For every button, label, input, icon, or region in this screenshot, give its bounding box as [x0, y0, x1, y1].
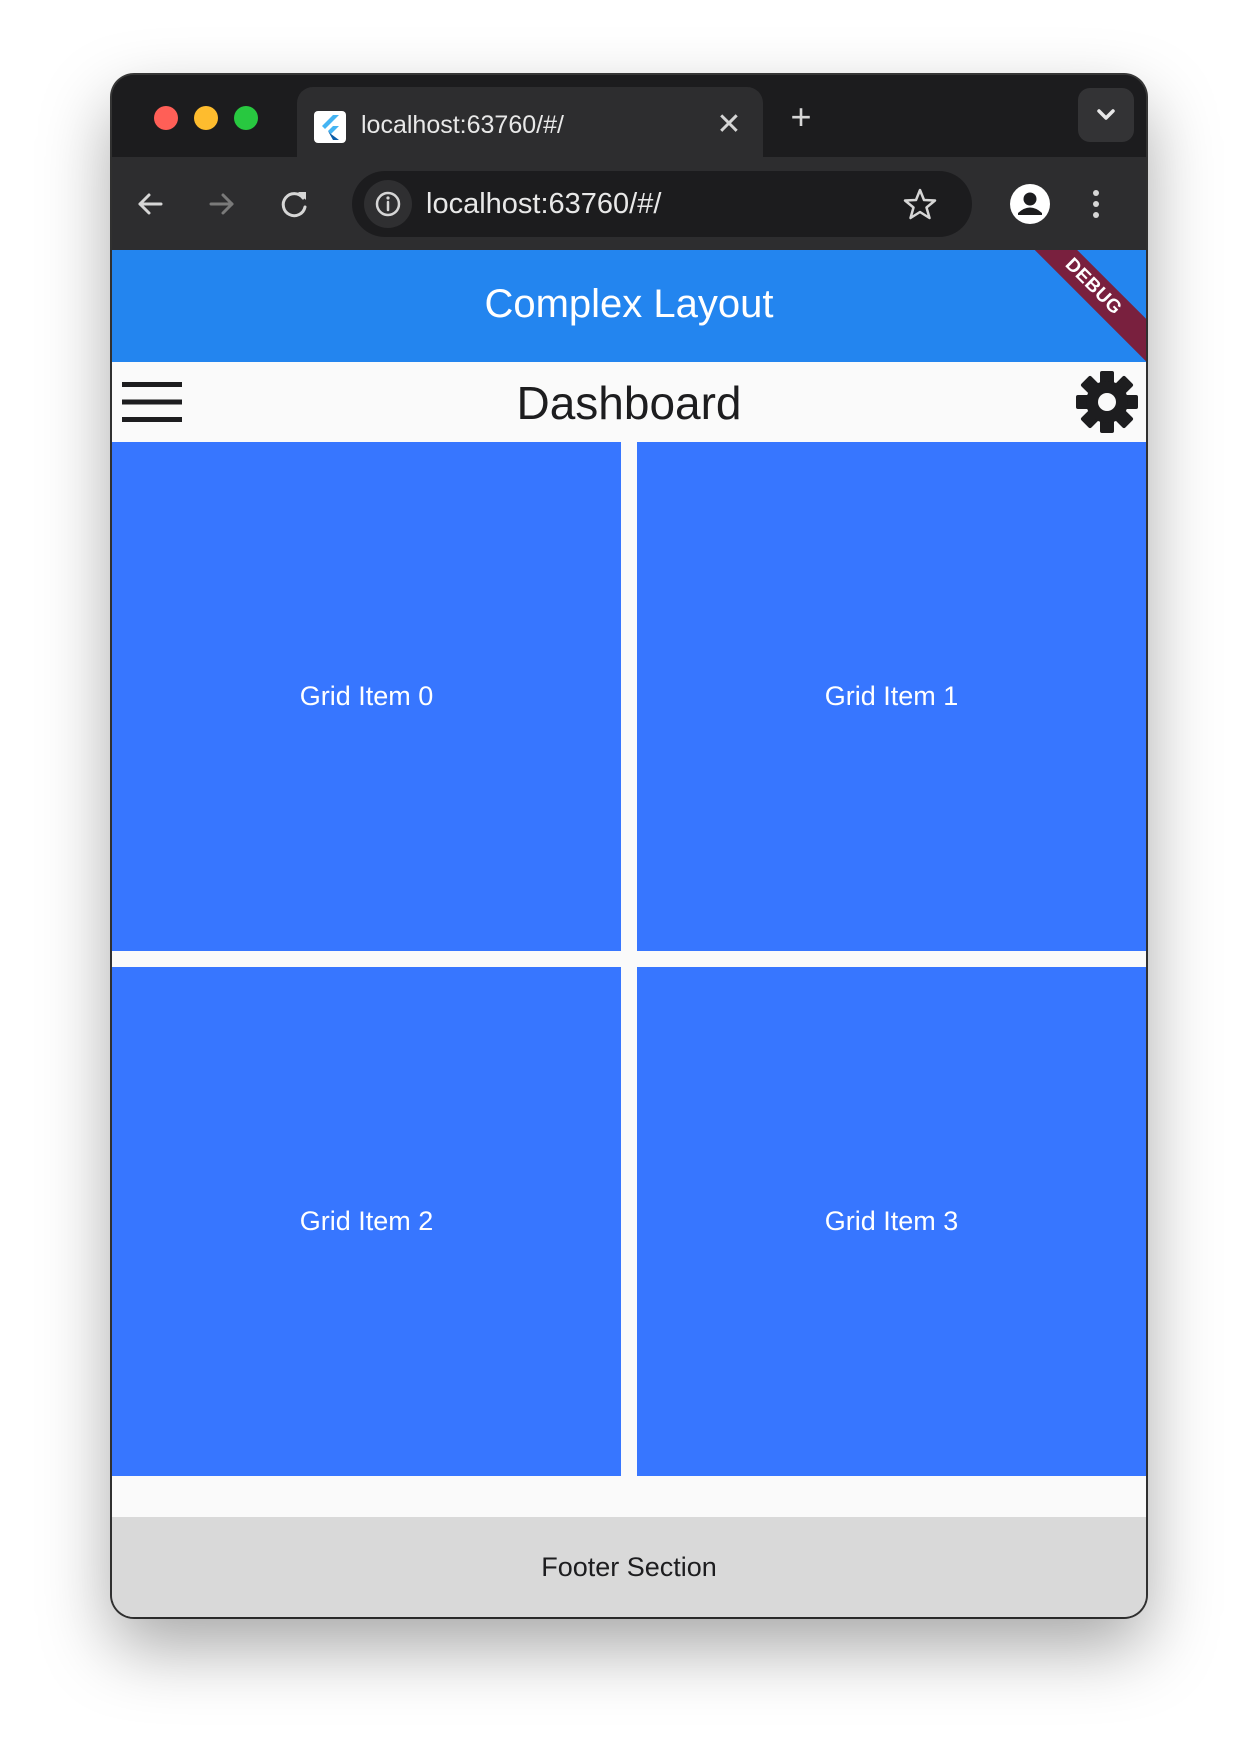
dashboard-title: Dashboard: [516, 377, 742, 429]
tab-title: localhost:63760/#/: [361, 111, 564, 139]
gear-icon[interactable]: [1074, 369, 1140, 435]
grid-item-3[interactable]: Grid Item 3: [637, 967, 1146, 1476]
grid-item-1[interactable]: Grid Item 1: [637, 442, 1146, 951]
profile-button[interactable]: [1006, 180, 1054, 228]
close-window-button[interactable]: [154, 106, 178, 130]
url-text[interactable]: localhost:63760/#/: [426, 188, 661, 221]
more-menu-button[interactable]: [1074, 182, 1118, 226]
dashboard-grid: Grid Item 0 Grid Item 1 Grid Item 2 Grid…: [112, 442, 1146, 1476]
forward-button[interactable]: [200, 182, 244, 226]
tab-strip: localhost:63760/#/ ✕ +: [112, 75, 1146, 157]
tab-close-icon[interactable]: ✕: [715, 110, 743, 140]
maximize-window-button[interactable]: [234, 106, 258, 130]
page-viewport: Complex Layout DEBUG Dashboard Grid Item…: [112, 250, 1146, 1617]
arrow-left-icon: [138, 193, 163, 215]
reload-icon: [281, 192, 307, 218]
bookmark-button[interactable]: [902, 186, 938, 222]
address-bar[interactable]: localhost:63760/#/: [352, 171, 972, 237]
person-icon: [1010, 184, 1050, 224]
tab-search-button[interactable]: [1078, 88, 1134, 142]
vertical-dots-icon: [1093, 190, 1099, 218]
dashboard-header: Dashboard: [112, 362, 1146, 442]
grid-item-0[interactable]: Grid Item 0: [112, 442, 621, 951]
app-bar: Complex Layout DEBUG: [112, 250, 1146, 372]
chevron-down-icon: [1097, 109, 1115, 120]
grid-item-2[interactable]: Grid Item 2: [112, 967, 621, 1476]
arrow-right-icon: [209, 193, 234, 215]
new-tab-button[interactable]: +: [784, 99, 818, 135]
app-bar-title: Complex Layout: [484, 282, 774, 326]
info-icon: [375, 191, 401, 217]
minimize-window-button[interactable]: [194, 106, 218, 130]
footer-section: Footer Section: [112, 1517, 1146, 1617]
flutter-favicon-icon: [314, 111, 346, 143]
browser-toolbar: localhost:63760/#/: [112, 157, 1146, 250]
browser-window: localhost:63760/#/ ✕ + localhost:63760/#…: [112, 75, 1146, 1617]
reload-button[interactable]: [272, 182, 316, 226]
browser-tab[interactable]: localhost:63760/#/ ✕: [297, 87, 763, 157]
back-button[interactable]: [128, 182, 172, 226]
site-info-button[interactable]: [364, 180, 412, 228]
star-icon: [903, 188, 937, 220]
